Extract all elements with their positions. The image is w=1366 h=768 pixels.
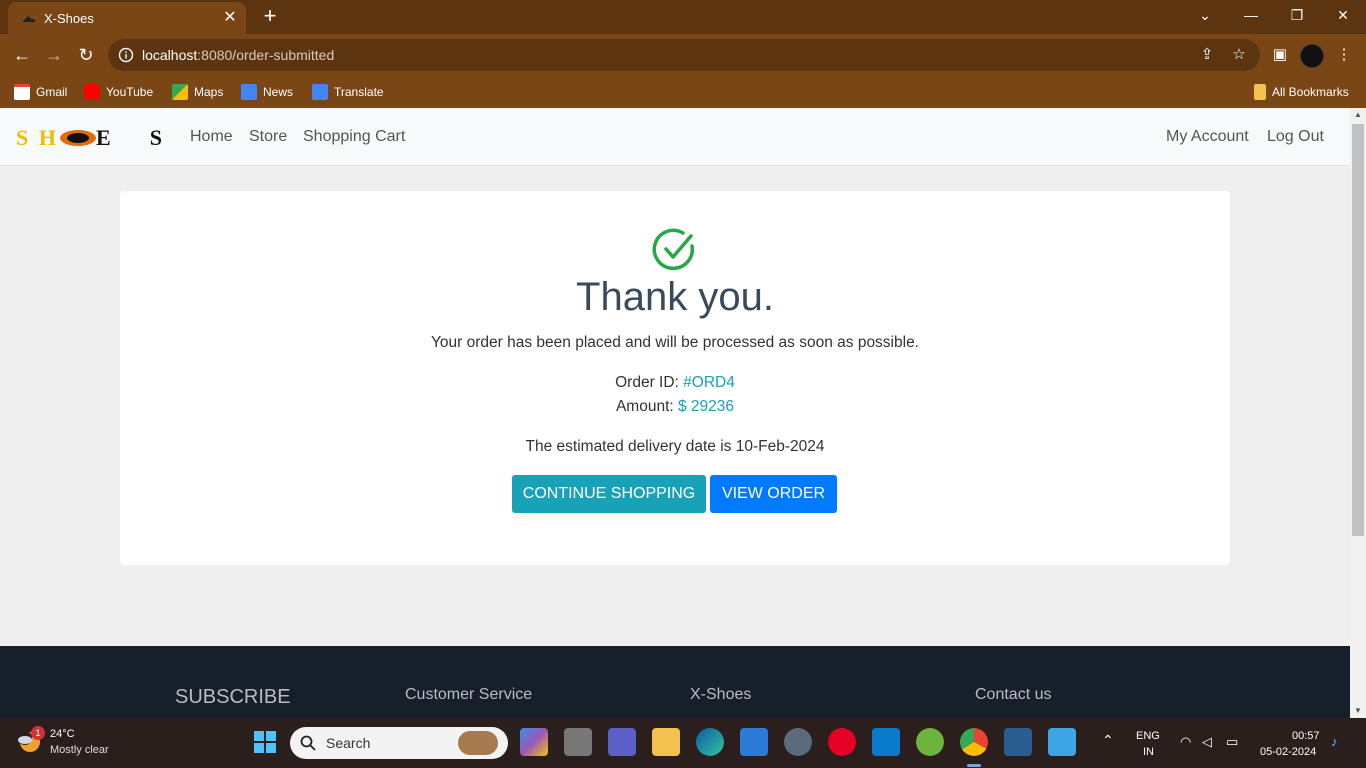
window-close-icon[interactable]: ✕ xyxy=(1320,0,1366,30)
bookmarks-bar: Gmail YouTube Maps News Translate All Bo… xyxy=(0,76,1366,108)
shoes-logo[interactable]: SH ES xyxy=(16,126,164,150)
teams-icon[interactable] xyxy=(608,728,636,756)
lang-in[interactable]: IN xyxy=(1143,746,1154,758)
footer-subscribe-heading: SUBSCRIBE xyxy=(175,686,291,708)
order-message: Your order has been placed and will be p… xyxy=(431,334,919,351)
folder-icon xyxy=(1254,84,1266,100)
delivery-date: The estimated delivery date is 10-Feb-20… xyxy=(525,438,825,455)
windows-start-icon[interactable] xyxy=(251,728,279,756)
store-icon[interactable] xyxy=(740,728,768,756)
footer-xshoes-heading: X-Shoes xyxy=(690,686,752,703)
side-panel-icon[interactable]: ▣ xyxy=(1268,43,1292,67)
taskbar-search[interactable]: Search xyxy=(290,727,508,759)
youtube-icon xyxy=(84,84,100,100)
continue-shopping-button[interactable]: CONTINUE SHOPPING xyxy=(512,475,706,513)
notification-bell-icon[interactable]: ♪ xyxy=(1331,734,1338,749)
search-placeholder: Search xyxy=(326,735,371,751)
weather-temp: 24°C xyxy=(50,728,75,740)
bookmark-maps[interactable]: Maps xyxy=(172,82,223,102)
page-scrollbar[interactable]: ▲ ▼ xyxy=(1350,108,1366,718)
site-info-icon[interactable] xyxy=(118,47,134,63)
weather-desc: Mostly clear xyxy=(50,744,109,756)
svg-text:ES: ES xyxy=(96,126,162,150)
thank-you-heading: Thank you. xyxy=(576,275,774,319)
amount-line: Amount: $ 29236 xyxy=(615,398,735,415)
share-icon[interactable]: ⇪ xyxy=(1198,46,1216,64)
news-icon xyxy=(241,84,257,100)
footer-contact-heading: Contact us xyxy=(975,686,1052,703)
all-bookmarks[interactable]: All Bookmarks xyxy=(1254,82,1349,102)
back-icon[interactable]: ← xyxy=(8,41,36,69)
mysql-workbench-icon[interactable] xyxy=(1004,728,1032,756)
file-explorer-icon[interactable] xyxy=(652,728,680,756)
task-view-icon[interactable] xyxy=(564,728,592,756)
nav-store[interactable]: Store xyxy=(249,128,287,146)
forward-icon[interactable]: → xyxy=(40,41,68,69)
site-footer: SUBSCRIBE Customer Service X-Shoes Conta… xyxy=(0,646,1350,718)
clock-date[interactable]: 05-02-2024 xyxy=(1260,746,1316,758)
vscode-icon[interactable] xyxy=(872,728,900,756)
bookmark-gmail[interactable]: Gmail xyxy=(14,82,67,102)
nav-shopping-cart[interactable]: Shopping Cart xyxy=(303,128,405,146)
tab-close-icon[interactable]: ✕ xyxy=(220,8,240,28)
order-confirmation-card: Thank you. Your order has been placed an… xyxy=(120,191,1230,565)
reload-icon[interactable]: ↻ xyxy=(72,41,100,69)
search-icon xyxy=(300,735,316,751)
menu-kebab-icon[interactable]: ⋮ xyxy=(1332,43,1356,67)
order-id-line: Order ID: #ORD4 xyxy=(615,374,735,391)
lang-eng[interactable]: ENG xyxy=(1136,730,1160,742)
spring-tool-icon[interactable] xyxy=(916,728,944,756)
notepad-icon[interactable] xyxy=(1048,728,1076,756)
minimize-icon[interactable]: — xyxy=(1228,0,1274,30)
footer-customer-service-heading: Customer Service xyxy=(405,686,533,703)
settings-gear-icon[interactable] xyxy=(784,728,812,756)
nav-my-account[interactable]: My Account xyxy=(1166,128,1249,146)
battery-icon[interactable]: ▭ xyxy=(1226,734,1238,750)
address-bar[interactable]: localhost:8080/order-submitted ⇪ ☆ xyxy=(108,39,1260,71)
scroll-thumb[interactable] xyxy=(1352,124,1364,536)
shoe-favicon-icon xyxy=(23,16,35,22)
bookmark-star-icon[interactable]: ☆ xyxy=(1230,46,1248,64)
chrome-icon[interactable] xyxy=(960,728,988,756)
svg-text:SH: SH xyxy=(16,126,56,150)
tab-search-chevron-icon[interactable]: ⌄ xyxy=(1182,0,1228,30)
search-highlight-icon xyxy=(458,731,498,755)
profile-avatar[interactable] xyxy=(1300,44,1324,68)
bookmark-youtube[interactable]: YouTube xyxy=(84,82,153,102)
copilot-icon[interactable] xyxy=(520,728,548,756)
clock-time[interactable]: 00:57 xyxy=(1292,730,1320,742)
order-amount: $ 29236 xyxy=(678,398,735,415)
windows-taskbar: 1 24°C Mostly clear Search ⌃ ENG IN ◠ ◁ … xyxy=(0,718,1366,768)
page-viewport: SH ES Home Store Shopping Cart My Accoun… xyxy=(0,108,1350,718)
scroll-down-icon[interactable]: ▼ xyxy=(1350,704,1366,718)
wifi-icon[interactable]: ◠ xyxy=(1180,734,1191,750)
tab-title: X-Shoes xyxy=(44,11,94,26)
scroll-up-icon[interactable]: ▲ xyxy=(1350,108,1366,122)
view-order-button[interactable]: VIEW ORDER xyxy=(710,475,837,513)
check-circle-icon xyxy=(652,228,695,271)
url-text: localhost:8080/order-submitted xyxy=(142,47,335,63)
new-tab-icon[interactable]: + xyxy=(258,5,282,29)
pinterest-icon[interactable] xyxy=(828,728,856,756)
nav-log-out[interactable]: Log Out xyxy=(1267,128,1324,146)
bookmark-translate[interactable]: Translate xyxy=(312,82,384,102)
browser-tab[interactable]: X-Shoes ✕ xyxy=(8,2,246,34)
order-id: #ORD4 xyxy=(683,374,735,391)
translate-icon xyxy=(312,84,328,100)
weather-badge: 1 xyxy=(31,726,45,740)
tray-chevron-icon[interactable]: ⌃ xyxy=(1102,732,1114,749)
volume-icon[interactable]: ◁ xyxy=(1202,734,1212,750)
maps-icon xyxy=(172,84,188,100)
edge-icon[interactable] xyxy=(696,728,724,756)
site-navbar: SH ES Home Store Shopping Cart My Accoun… xyxy=(0,108,1350,166)
gmail-icon xyxy=(14,84,30,100)
bookmark-news[interactable]: News xyxy=(241,82,293,102)
browser-toolbar: ← → ↻ localhost:8080/order-submitted ⇪ ☆… xyxy=(0,34,1366,76)
nav-home[interactable]: Home xyxy=(190,128,233,146)
browser-tab-strip: X-Shoes ✕ + ⌄ — ❐ ✕ xyxy=(0,0,1366,34)
chrome-active-indicator xyxy=(967,764,981,767)
restore-icon[interactable]: ❐ xyxy=(1274,0,1320,30)
